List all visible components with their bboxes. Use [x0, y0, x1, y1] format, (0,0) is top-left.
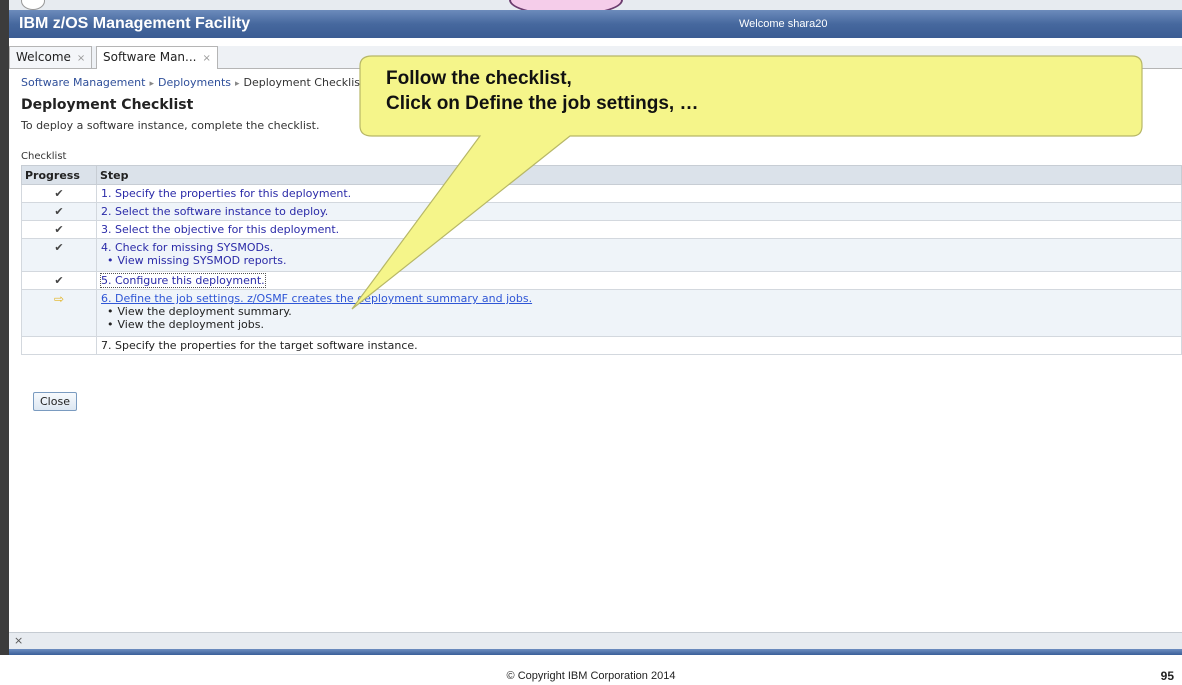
table-row: ✔ 3. Select the objective for this deplo…: [21, 220, 1182, 239]
tab-label: Welcome: [16, 50, 71, 64]
tab-label: Software Man...: [103, 50, 197, 64]
step-cell: 3. Select the objective for this deploym…: [96, 220, 1182, 239]
top-strip: [9, 0, 1182, 16]
table-row: ✔ 1. Specify the properties for this dep…: [21, 184, 1182, 203]
left-rail: [0, 0, 16, 655]
page-title: Deployment Checklist: [21, 97, 194, 113]
close-icon[interactable]: ×: [202, 53, 210, 64]
progress-cell: ✔: [21, 184, 97, 203]
bottom-bar: ×: [9, 632, 1182, 650]
step-6-link[interactable]: 6. Define the job settings. z/OSMF creat…: [101, 292, 532, 305]
table-row: ✔ 4. Check for missing SYSMODs. • View mi…: [21, 238, 1182, 272]
checklist-table: Progress Step ✔ 1. Specify the propertie…: [21, 165, 1182, 355]
current-step-arrow-icon: ⇨: [53, 292, 65, 306]
tab-welcome[interactable]: Welcome ×: [9, 46, 93, 68]
close-icon[interactable]: ×: [77, 53, 85, 64]
callout-text: Follow the checklist, Click on Define th…: [386, 66, 698, 116]
table-row: ✔ 2. Select the software instance to dep…: [21, 202, 1182, 221]
close-button[interactable]: Close: [33, 392, 77, 411]
checklist-label: Checklist: [21, 151, 67, 162]
column-header-progress: Progress: [21, 165, 97, 185]
step-cell: 5. Configure this deployment.: [96, 271, 1182, 290]
step-2-link[interactable]: 2. Select the software instance to deplo…: [101, 205, 328, 218]
sub-item-deployment-jobs: • View the deployment jobs.: [107, 318, 264, 331]
footer-page-number: 95: [1160, 669, 1174, 683]
check-icon: ✔: [54, 241, 64, 254]
breadcrumb-separator-icon: ▸: [235, 79, 240, 89]
check-icon: ✔: [54, 223, 64, 236]
step-cell: 7. Specify the properties for the target…: [96, 336, 1182, 355]
app-title: IBM z/OS Management Facility: [19, 15, 251, 32]
callout-line-1: Follow the checklist,: [386, 68, 572, 89]
step-cell: 4. Check for missing SYSMODs. • View miss…: [96, 238, 1182, 272]
app-banner: IBM z/OS Management Facility Welcome sha…: [9, 10, 1182, 38]
close-icon[interactable]: ×: [14, 634, 23, 647]
breadcrumb-separator-icon: ▸: [149, 79, 154, 89]
bottom-edge: [9, 649, 1182, 655]
window-control-icon[interactable]: [21, 0, 45, 10]
sub-link-sysmod-reports[interactable]: • View missing SYSMOD reports.: [101, 254, 1177, 267]
table-row: 7. Specify the properties for the target…: [21, 336, 1182, 355]
column-header-step: Step: [96, 165, 1182, 185]
progress-cell: ✔: [21, 238, 97, 272]
progress-cell: [21, 336, 97, 355]
callout-line-2: Click on Define the job settings, …: [386, 93, 699, 114]
check-icon: ✔: [54, 274, 64, 287]
check-icon: ✔: [54, 205, 64, 218]
step-cell: 1. Specify the properties for this deplo…: [96, 184, 1182, 203]
breadcrumb: Software Management ▸ Deployments ▸ Deployme…: [21, 76, 364, 89]
progress-cell: ⇨: [21, 289, 97, 337]
table-row: ✔ 5. Configure this deployment.: [21, 271, 1182, 290]
step-3-link[interactable]: 3. Select the objective for this deploym…: [101, 223, 339, 236]
table-header-row: Progress Step: [21, 165, 1182, 185]
welcome-text: Welcome shara20: [739, 18, 828, 30]
step-1-link[interactable]: 1. Specify the properties for this deplo…: [101, 187, 351, 200]
progress-cell: ✔: [21, 220, 97, 239]
table-row: ⇨ 6. Define the job settings. z/OSMF cre…: [21, 289, 1182, 337]
progress-cell: ✔: [21, 202, 97, 221]
tab-software-management[interactable]: Software Man... ×: [96, 46, 218, 69]
step-7-text: 7. Specify the properties for the target…: [101, 339, 418, 352]
step-4-link[interactable]: 4. Check for missing SYSMODs.: [101, 241, 273, 254]
sub-item-deployment-summary: • View the deployment summary.: [107, 305, 292, 318]
check-icon: ✔: [54, 187, 64, 200]
breadcrumb-current: Deployment Checklist: [243, 76, 365, 89]
breadcrumb-deployments[interactable]: Deployments: [158, 76, 231, 89]
progress-cell: ✔: [21, 271, 97, 290]
step-cell: 6. Define the job settings. z/OSMF creat…: [96, 289, 1182, 337]
page-description: To deploy a software instance, complete …: [21, 119, 320, 132]
footer-copyright: © Copyright IBM Corporation 2014: [506, 670, 676, 682]
step-5-link[interactable]: 5. Configure this deployment.: [100, 273, 266, 288]
step-cell: 2. Select the software instance to deplo…: [96, 202, 1182, 221]
breadcrumb-software-management[interactable]: Software Management: [21, 76, 145, 89]
